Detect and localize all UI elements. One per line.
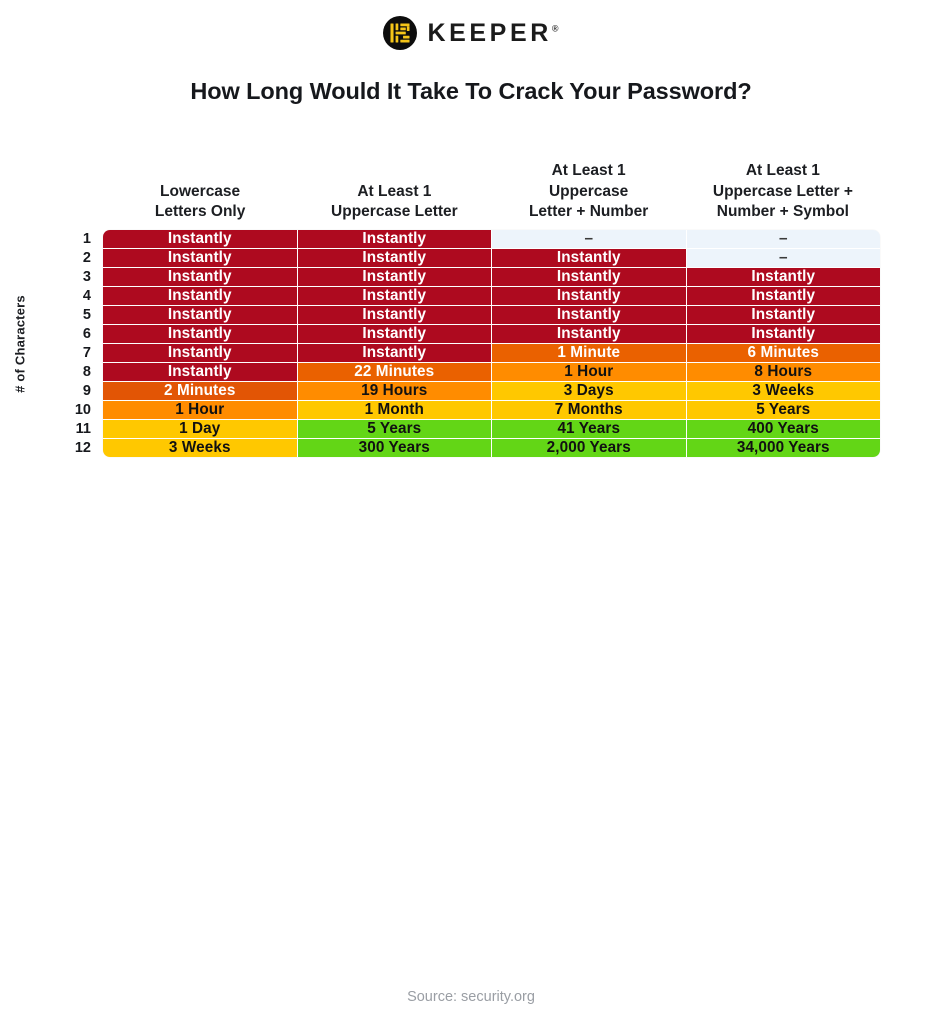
crack-time-cell: 1 Day <box>103 420 298 439</box>
page-title: How Long Would It Take To Crack Your Pas… <box>190 78 752 104</box>
crack-time-table: Lowercase Letters Only At Least 1 Upperc… <box>0 140 942 457</box>
crack-time-cell: Instantly <box>492 325 687 344</box>
row-number: 2 <box>82 250 91 267</box>
row-number: 11 <box>75 420 91 437</box>
table-row: Instantly Instantly – – <box>103 230 880 249</box>
crack-time-cell: Instantly <box>103 249 298 268</box>
row-number: 12 <box>74 439 91 456</box>
crack-time-cell: 2,000 Years <box>492 439 687 457</box>
table-row: Instantly Instantly Instantly Instantly <box>103 306 880 325</box>
column-header-uppercase: At Least 1 Uppercase Letter <box>331 182 458 221</box>
crack-time-cell: Instantly <box>103 306 298 325</box>
crack-time-cell: Instantly <box>492 287 687 306</box>
row-number: 7 <box>82 344 91 361</box>
column-headers: Lowercase Letters Only At Least 1 Upperc… <box>0 140 942 230</box>
crack-time-cell: Instantly <box>492 268 687 287</box>
crack-time-cell: 300 Years <box>297 439 492 457</box>
table-row: 3 Weeks 300 Years 2,000 Years 34,000 Years <box>103 439 880 457</box>
table-body: # of Characters 1 2 3 4 5 6 7 8 9 10 11 12 Instantl… <box>0 230 942 457</box>
keeper-logo-icon <box>383 16 418 50</box>
crack-time-cell: 1 Hour <box>492 363 687 382</box>
registered-mark: ® <box>551 23 559 34</box>
crack-time-cell: Instantly <box>103 287 298 306</box>
crack-time-cell: Instantly <box>686 287 880 306</box>
table-row: Instantly 22 Minutes 1 Hour 8 Hours <box>103 363 880 382</box>
crack-time-cell: Instantly <box>297 325 492 344</box>
crack-time-cell: 3 Weeks <box>103 439 298 457</box>
crack-time-cell: 8 Hours <box>686 363 880 382</box>
row-number: 10 <box>74 401 91 418</box>
crack-time-cell: 400 Years <box>686 420 880 439</box>
crack-time-cell: 7 Months <box>492 401 687 420</box>
row-number: 3 <box>82 269 91 286</box>
crack-time-cell: 1 Minute <box>492 344 687 363</box>
crack-time-cell: Instantly <box>686 325 880 344</box>
crack-time-cell: – <box>492 230 687 249</box>
y-axis-label-text: # of Characters <box>12 294 28 393</box>
crack-time-cell: 41 Years <box>492 420 687 439</box>
crack-time-cell: Instantly <box>103 325 298 344</box>
crack-time-cell: Instantly <box>297 268 492 287</box>
crack-time-cell: 1 Hour <box>103 401 298 420</box>
crack-time-cell: Instantly <box>297 230 492 249</box>
table-row: 1 Day 5 Years 41 Years 400 Years <box>103 420 880 439</box>
crack-time-cell: Instantly <box>297 287 492 306</box>
crack-time-cell: 2 Minutes <box>103 382 298 401</box>
crack-time-cell: Instantly <box>103 363 298 382</box>
row-number: 8 <box>82 363 91 380</box>
row-number: 4 <box>82 288 91 305</box>
column-header-lowercase: Lowercase Letters Only <box>154 182 246 221</box>
crack-time-cell: 5 Years <box>686 401 880 420</box>
row-number: 9 <box>82 382 91 399</box>
crack-time-cell: Instantly <box>103 230 298 249</box>
crack-time-cell: 3 Weeks <box>686 382 880 401</box>
crack-time-cell: Instantly <box>297 344 492 363</box>
table-row: Instantly Instantly Instantly – <box>103 249 880 268</box>
crack-time-cell: 19 Hours <box>297 382 492 401</box>
crack-time-cell: 5 Years <box>297 420 492 439</box>
row-number: 1 <box>82 231 91 248</box>
row-number-column: 1 2 3 4 5 6 7 8 9 10 11 12 <box>40 230 103 457</box>
crack-time-cell: – <box>686 249 880 268</box>
crack-time-cell: 22 Minutes <box>297 363 492 382</box>
table-row: Instantly Instantly Instantly Instantly <box>103 325 880 344</box>
row-number: 6 <box>82 326 91 343</box>
crack-time-cell: Instantly <box>492 306 687 325</box>
source-attribution: Source: security.org <box>407 989 535 1005</box>
table-row: 2 Minutes 19 Hours 3 Days 3 Weeks <box>103 382 880 401</box>
column-header-uppercase-number: At Least 1 Uppercase Letter + Number <box>528 162 649 221</box>
crack-time-cell: Instantly <box>103 268 298 287</box>
heatmap-grid: Instantly Instantly – – Instantly Instantly In… <box>103 230 880 457</box>
y-axis-label: # of Characters <box>0 230 40 457</box>
crack-time-cell: 3 Days <box>492 382 687 401</box>
column-header-uppercase-number-symbol: At Least 1 Uppercase Letter + Number + S… <box>712 162 853 221</box>
table-row: Instantly Instantly Instantly Instantly <box>103 287 880 306</box>
brand-wordmark: KEEPER® <box>427 18 559 47</box>
crack-time-cell: Instantly <box>492 249 687 268</box>
table-row: Instantly Instantly 1 Minute 6 Minutes <box>103 344 880 363</box>
table-row: 1 Hour 1 Month 7 Months 5 Years <box>103 401 880 420</box>
crack-time-cell: Instantly <box>103 344 298 363</box>
crack-time-cell: 6 Minutes <box>686 344 880 363</box>
crack-time-cell: 34,000 Years <box>686 439 880 457</box>
crack-time-cell: Instantly <box>297 306 492 325</box>
brand-name: KEEPER <box>427 18 552 47</box>
password-crack-time-infographic: KEEPER® How Long Would It Take To Crack … <box>0 0 942 1024</box>
brand-logo: KEEPER® <box>0 0 942 50</box>
crack-time-cell: – <box>686 230 880 249</box>
crack-time-cell: Instantly <box>686 268 880 287</box>
crack-time-cell: Instantly <box>297 249 492 268</box>
crack-time-cell: 1 Month <box>297 401 492 420</box>
crack-time-cell: Instantly <box>686 306 880 325</box>
row-number: 5 <box>82 307 91 324</box>
table-row: Instantly Instantly Instantly Instantly <box>103 268 880 287</box>
